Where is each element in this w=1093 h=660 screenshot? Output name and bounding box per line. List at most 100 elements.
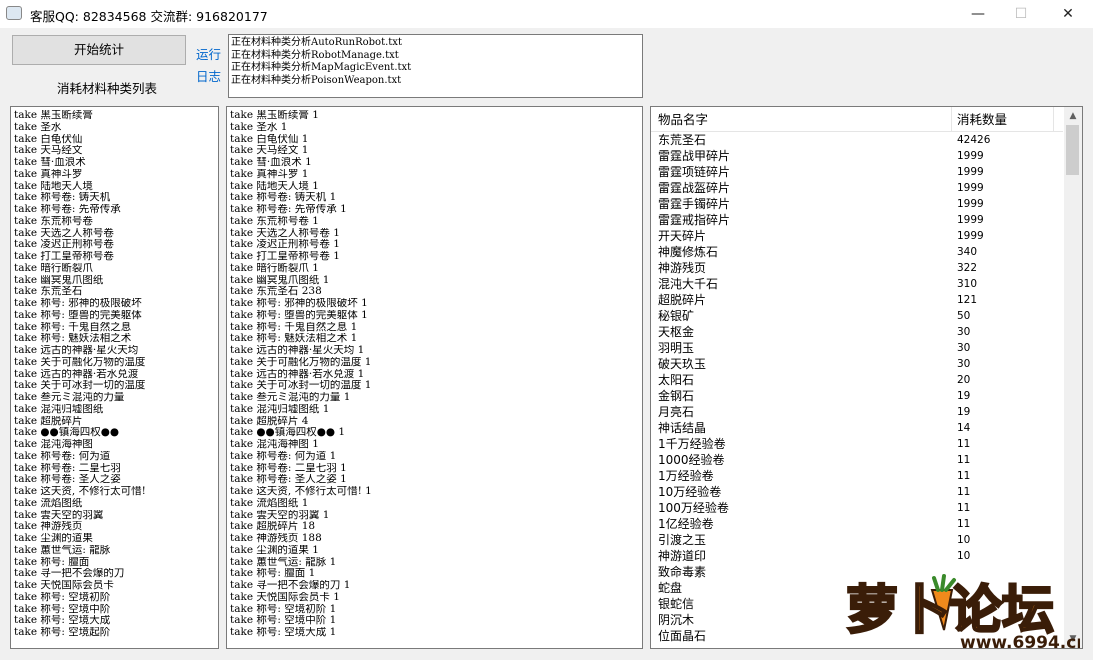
table-row[interactable]: 金钢石 19: [651, 388, 1063, 404]
list-item: take 彗·血浪术 1: [230, 157, 312, 168]
item-name-cell: 致命毒素: [658, 565, 707, 579]
column-header-item-name[interactable]: 物品名字: [658, 107, 708, 131]
item-name-cell: 雷霆手镯碎片: [658, 197, 731, 211]
table-row[interactable]: 1000经验卷 11: [651, 452, 1063, 468]
list-item: take 陆地天人境: [14, 180, 93, 192]
count-cell: 322: [957, 262, 978, 274]
count-cell: 1999: [957, 230, 984, 242]
table-row[interactable]: 东荒圣石 42426: [651, 132, 1063, 148]
list-item: take 称号: 空境初阶 1: [230, 603, 337, 615]
list-item: take 称号: 膻面 1: [230, 568, 316, 580]
list-item: take 称号: 千鬼自然之息 1: [230, 321, 358, 333]
start-statistics-button[interactable]: 开始统计: [12, 35, 186, 65]
list-item: take 称号: 空境中阶 1: [230, 615, 337, 627]
list-item: take 黑玉断续膏: [14, 110, 93, 121]
count-cell: 19: [957, 390, 971, 402]
list-item: take 超脱碎片: [14, 415, 83, 427]
table-row[interactable]: 1千万经验卷 11: [651, 436, 1063, 452]
table-row[interactable]: 引渡之玉 10: [651, 532, 1063, 548]
count-cell: 310: [957, 278, 978, 290]
list-item: take 雲天空的羽翼 1: [230, 509, 330, 521]
list-item: take 天选之人称号卷 1: [230, 227, 340, 239]
list-item: take 幽冥鬼爪图纸 1: [230, 274, 330, 286]
list-item: take 称号: 邪神的极限破坏: [14, 298, 142, 309]
list-item: take 远古的神器·星火天均: [14, 345, 139, 356]
item-name-cell: 雷霆战盔碎片: [658, 181, 731, 195]
count-cell: 121: [957, 294, 978, 306]
count-cell: 11: [957, 502, 971, 514]
list-item: take 混沌归墟图纸 1: [230, 403, 330, 415]
list-item: take 流焰图纸 1: [230, 497, 309, 509]
table-row[interactable]: 1亿经验卷 11: [651, 516, 1063, 532]
list-item: take 称号卷: 先帝传承: [14, 204, 121, 215]
item-name-cell: 1亿经验卷: [658, 517, 714, 531]
list-item: take 东荒圣石 238: [230, 286, 322, 298]
table-row[interactable]: 雷霆战盔碎片 1999: [651, 180, 1063, 196]
list-item: take 远古的神器·若水兑渡: [14, 368, 139, 380]
item-name-cell: 神游道印: [658, 549, 707, 563]
table-row[interactable]: 雷霆战甲碎片 1999: [651, 148, 1063, 164]
list-item: take 打工皇帝称号卷: [14, 251, 114, 262]
list-item: take 神游残页 188: [230, 533, 322, 544]
title-bar: 客服QQ: 82834568 交流群: 916820177 — ☐ ✕: [0, 0, 1093, 28]
table-row[interactable]: 神话结晶 14: [651, 420, 1063, 436]
list-item: take 蕙世气运: 龍脉: [14, 544, 111, 556]
table-row[interactable]: 开天碎片 1999: [651, 228, 1063, 244]
scroll-up-icon[interactable]: ▲: [1064, 107, 1082, 125]
table-row[interactable]: 雷霆戒指碎片 1999: [651, 212, 1063, 228]
count-cell: 1999: [957, 214, 984, 226]
material-counts-list[interactable]: take 黑玉断续膏 1 take 圣水 1 take 白龟伏仙 1 take 天马经…: [226, 106, 643, 649]
table-row[interactable]: 雷霆手镯碎片 1999: [651, 196, 1063, 212]
column-header-count[interactable]: 消耗数量: [957, 107, 1007, 131]
watermark-brand: 萝卜论坛: [846, 581, 1054, 641]
table-row[interactable]: 天枢金 30: [651, 324, 1063, 340]
count-cell: 1999: [957, 166, 984, 178]
list-item: take 圣水: [14, 121, 62, 133]
item-name-cell: 1千万经验卷: [658, 437, 726, 451]
list-item: take 暗行断裂爪 1: [230, 262, 319, 274]
table-row[interactable]: 100万经验卷 11: [651, 500, 1063, 516]
column-divider[interactable]: [951, 107, 952, 131]
window-title: 客服QQ: 82834568 交流群: 916820177: [30, 9, 268, 24]
count-cell: 30: [957, 326, 971, 338]
list-item: take 称号卷: 二皇七羽 1: [230, 462, 347, 474]
count-cell: 50: [957, 310, 971, 322]
table-row[interactable]: 混沌大千石 310: [651, 276, 1063, 292]
item-name-cell: 1万经验卷: [658, 469, 714, 483]
table-row[interactable]: 太阳石 20: [651, 372, 1063, 388]
count-cell: 11: [957, 486, 971, 498]
table-row[interactable]: 破天玖玉 30: [651, 356, 1063, 372]
table-row[interactable]: 1万经验卷 11: [651, 468, 1063, 484]
table-row[interactable]: 神游残页 322: [651, 260, 1063, 276]
table-row[interactable]: 雷霆项链碎片 1999: [651, 164, 1063, 180]
list-item: take 白龟伏仙: [14, 133, 83, 145]
count-cell: 20: [957, 374, 971, 386]
list-item: take 凌迟正刑称号卷: [14, 239, 114, 251]
table-row[interactable]: 10万经验卷 11: [651, 484, 1063, 500]
list-item: take 关于可融化万物的温度: [14, 356, 146, 368]
maximize-button[interactable]: ☐: [998, 0, 1044, 28]
list-item: take 称号: 空境起阶: [14, 627, 111, 638]
list-item: take 称号: 空境大成 1: [230, 627, 337, 638]
minimize-button[interactable]: —: [955, 0, 1001, 28]
material-types-list[interactable]: take 黑玉断续膏 take 圣水 take 白龟伏仙 take 天马经文 take …: [10, 106, 219, 649]
count-cell: 14: [957, 422, 971, 434]
close-button[interactable]: ✕: [1045, 0, 1091, 28]
table-row[interactable]: 月亮石 19: [651, 404, 1063, 420]
list-item: take 混沌海神图: [14, 439, 93, 450]
item-name-cell: 位面晶石: [658, 629, 707, 643]
scroll-thumb[interactable]: [1066, 125, 1079, 175]
count-cell: 30: [957, 358, 971, 370]
list-item: take 白龟伏仙 1: [230, 133, 309, 145]
column-divider[interactable]: [1053, 107, 1054, 131]
run-log-link-line1[interactable]: 运行: [196, 44, 221, 63]
item-name-cell: 月亮石: [658, 405, 695, 419]
table-row[interactable]: 秘银矿 50: [651, 308, 1063, 324]
table-row[interactable]: 超脱碎片 121: [651, 292, 1063, 308]
list-item: take 真神斗罗: [14, 168, 83, 180]
table-row[interactable]: 羽明玉 30: [651, 340, 1063, 356]
list-item: take 称号卷: 铸天机 1: [230, 192, 337, 204]
log-textarea[interactable]: 正在材料种类分析AutoRunRobot.txt 正在材料种类分析RobotMa…: [228, 34, 643, 98]
table-row[interactable]: 神魔修炼石 340: [651, 244, 1063, 260]
count-cell: 42426: [957, 134, 991, 146]
